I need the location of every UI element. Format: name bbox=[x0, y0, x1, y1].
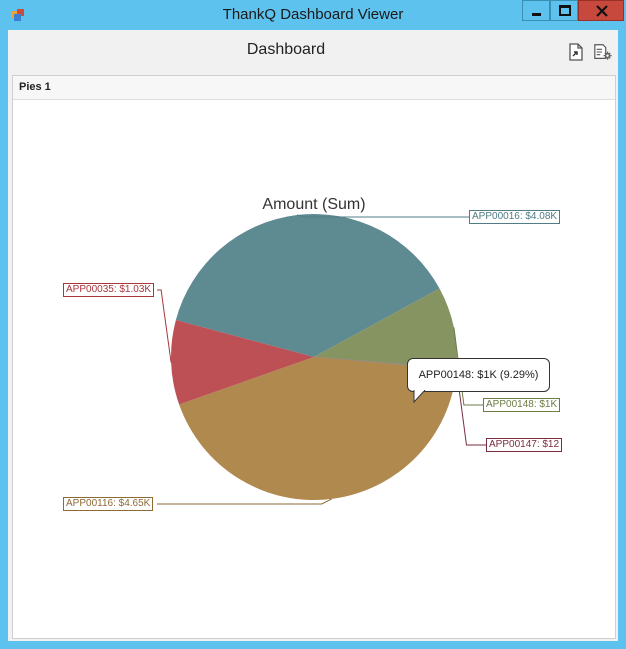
dashboard-header: Dashboard bbox=[8, 30, 618, 72]
title-bar[interactable]: ThankQ Dashboard Viewer bbox=[0, 0, 626, 30]
pie-label-app00147: APP00147: $12 bbox=[486, 438, 563, 452]
dashboard-title: Dashboard bbox=[246, 41, 326, 58]
pie-dashboard-item: Pies 1 Amount (Sum) APP00016: $4.08K APP0… bbox=[12, 75, 616, 639]
pie-label-app00016: APP00016: $4.08K bbox=[469, 210, 561, 224]
pie-label-app00035: APP00035: $1.03K bbox=[63, 283, 155, 297]
close-button[interactable] bbox=[578, 0, 624, 21]
export-document-icon[interactable] bbox=[566, 42, 586, 62]
pie-chart[interactable] bbox=[13, 76, 615, 638]
minimize-button[interactable] bbox=[522, 0, 550, 21]
chart-tooltip: APP00148: $1K (9.29%) bbox=[407, 358, 550, 392]
maximize-icon bbox=[559, 5, 571, 16]
tooltip-tail bbox=[413, 390, 426, 404]
minimize-icon bbox=[532, 13, 541, 16]
parameters-settings-icon[interactable] bbox=[593, 42, 613, 62]
close-icon bbox=[596, 5, 608, 17]
pie-label-app00116: APP00116: $4.65K bbox=[63, 497, 154, 511]
app-window: ThankQ Dashboard Viewer Dashboard Pies 1… bbox=[0, 0, 626, 649]
pie-connector-app00035 bbox=[157, 289, 172, 363]
pie-label-app00148: APP00148: $1K bbox=[483, 398, 561, 412]
dashboard-client-area: Dashboard Pies 1 Amount (Sum) APP00016: … bbox=[8, 30, 618, 641]
maximize-button[interactable] bbox=[550, 0, 578, 21]
